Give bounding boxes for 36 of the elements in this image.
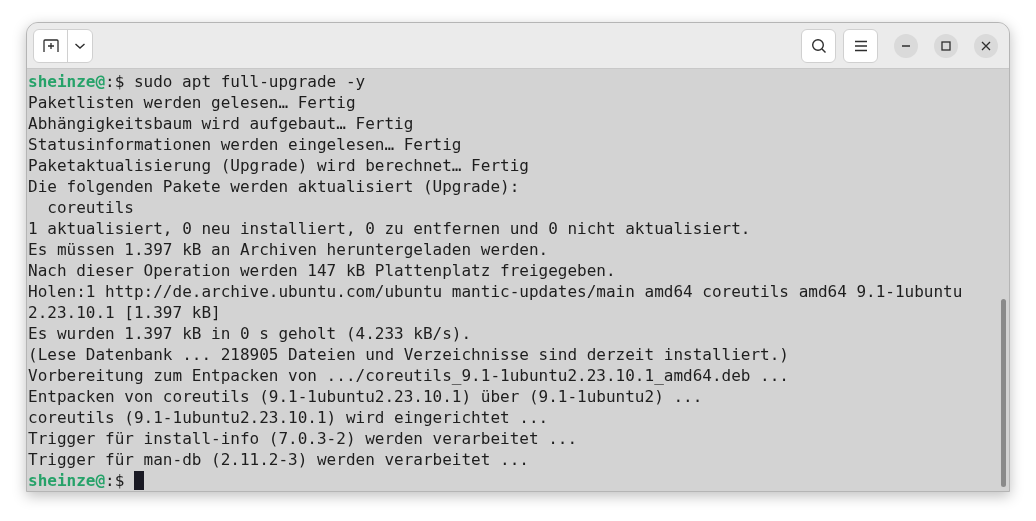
output-line: coreutils (9.1-1ubuntu2.23.10.1) wird eingerichtet ... [28,407,549,428]
output-line: 2.23.10.1 [1.397 kB] [28,302,221,323]
output-line: Trigger für man-db (2.11.2-3) werden verarbeitet ... [28,449,529,470]
output-line: Entpacken von coreutils (9.1-1ubuntu2.23.10.1) über (9.1-1ubuntu2) ... [28,386,703,407]
output-line: Nach dieser Operation werden 147 kB Plattenplatz freigegeben. [28,260,616,281]
new-tab-icon [42,38,59,53]
command-text: sudo apt full-upgrade -y [133,71,366,92]
output-line: Die folgenden Pakete werden aktualisiert (Upgrade): [28,176,520,197]
menu-icon [853,39,868,52]
output-line: Paketlisten werden gelesen… Fertig [28,92,356,113]
prompt-user: sheinze@ [28,71,106,92]
caret-icon [74,41,86,50]
output-line: 1 aktualisiert, 0 neu installiert, 0 zu entfernen und 0 nicht aktualisiert. [28,218,751,239]
output-line: coreutils [46,197,134,218]
output-line: Es wurden 1.397 kB in 0 s geholt (4.233 kB/s). [28,323,472,344]
output-line: (Lese Datenbank ... 218905 Dateien und Verzeichnisse sind derzeit installiert.) [28,344,789,365]
close-button[interactable] [974,33,998,58]
search-icon [810,37,827,54]
minimize-icon [901,44,911,47]
prompt-user: sheinze@ [28,470,106,491]
menu-button[interactable] [843,28,878,63]
output-line: Es müssen 1.397 kB an Archiven heruntergeladen werden. [28,239,549,260]
maximize-button[interactable] [934,33,958,58]
scrollbar-thumb[interactable] [1001,299,1006,487]
output-line: Trigger für install-info (7.0.3-2) werden verarbeitet ... [28,428,578,449]
output-line: Vorbereitung zum Entpacken von .../coreutils_9.1-1ubuntu2.23.10.1_amd64.deb ... [28,365,789,386]
prompt-symbol: :$ [105,71,125,92]
prompt-symbol: :$ [105,470,125,491]
maximize-icon [941,40,951,51]
minimize-button[interactable] [894,33,918,58]
output-line: Paketaktualisierung (Upgrade) wird berechnet… Fertig [28,155,529,176]
search-button[interactable] [801,28,836,63]
close-icon [981,40,991,51]
output-line: Statusinformationen werden eingelesen… Fertig [28,134,462,155]
output-line: Holen:1 http://de.archive.ubuntu.com/ubuntu mantic-updates/main amd64 coreutils amd64 9.1-1ubuntu [28,281,963,302]
output-line: Abhängigkeitsbaum wird aufgebaut… Fertig [28,113,414,134]
